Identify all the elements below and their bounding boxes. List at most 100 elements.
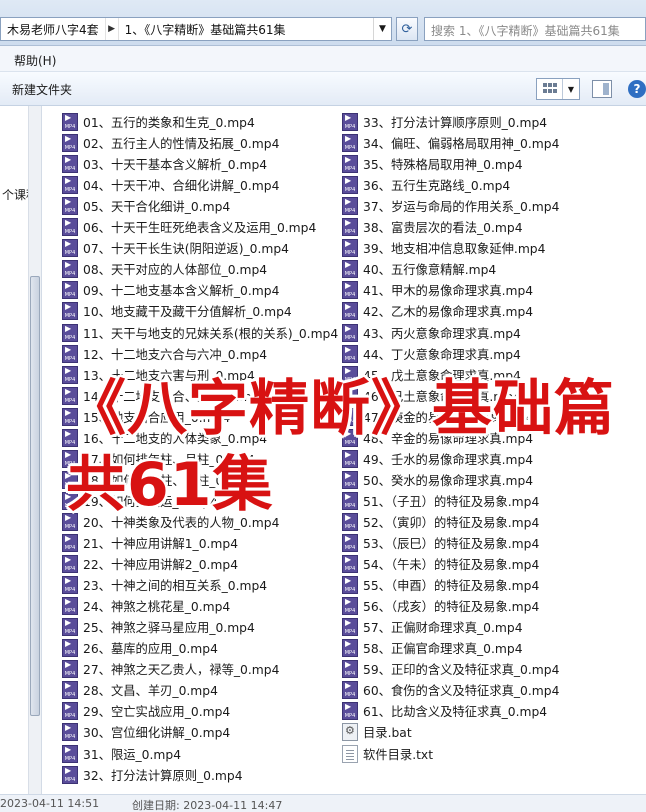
status-created: 创建日期: 2023-04-11 14:47 [132,799,283,812]
file-name: 10、地支藏干及藏干分值解析_0.mp4 [83,305,292,320]
file-item[interactable]: 23、十神之间的相互关系_0.mp4 [62,575,267,595]
breadcrumb-root[interactable]: 木易老师八字4套 [1,18,105,40]
file-name: 57、正偏财命理求真_0.mp4 [363,621,523,636]
file-item[interactable]: 55、（申酉）的特征及易象.mp4 [342,575,539,595]
preview-pane-icon[interactable] [592,80,612,98]
mp4-file-icon [62,113,78,131]
file-name: 31、限运_0.mp4 [83,747,182,762]
file-name: 06、十天干生旺死绝表含义及运用_0.mp4 [83,221,317,236]
file-item[interactable]: 30、宫位细化讲解_0.mp4 [62,722,230,742]
file-name: 07、十天干长生诀(阴阳逆返)_0.mp4 [83,242,289,257]
file-item[interactable]: 40、五行像意精解.mp4 [342,259,496,279]
file-name: 24、神煞之桃花星_0.mp4 [83,600,231,615]
file-name: 09、十二地支基本含义解析_0.mp4 [83,284,280,299]
chevron-right-icon[interactable]: ▶ [104,18,119,40]
mp4-file-icon [62,639,78,658]
file-item[interactable]: 57、正偏财命理求真_0.mp4 [342,617,523,637]
file-item[interactable]: 56、（戌亥）的特征及易象.mp4 [342,596,539,616]
change-view-button[interactable]: ▼ [536,78,580,100]
file-item[interactable]: 37、岁运与命局的作用关系_0.mp4 [342,196,559,216]
file-item[interactable]: 58、正偏官命理求真_0.mp4 [342,638,523,658]
file-item[interactable]: 54、（午未）的特征及易象.mp4 [342,554,539,574]
toolbar: 新建文件夹 ▼ ? [0,72,646,106]
file-item[interactable]: 26、墓库的应用_0.mp4 [62,638,218,658]
file-item[interactable]: 32、打分法计算原则_0.mp4 [62,765,243,785]
mp4-file-icon [342,555,358,574]
file-item[interactable]: 50、癸水的易像命理求真.mp4 [342,470,533,490]
file-name: 28、文昌、羊刃_0.mp4 [83,684,218,699]
file-item[interactable]: 60、食伤的含义及特征求真_0.mp4 [342,680,559,700]
mp4-file-icon [342,491,358,510]
mp4-file-icon [342,302,358,321]
file-item[interactable]: 22、十神应用讲解2_0.mp4 [62,554,238,574]
search-input[interactable]: 搜索 1、《八字精断》基础篇共61集 [424,17,646,41]
mp4-file-icon [62,302,78,321]
file-item[interactable]: 21、十神应用讲解1_0.mp4 [62,533,238,553]
file-name: 38、富贵层次的看法_0.mp4 [363,221,523,236]
menu-help[interactable]: 帮助(H) [14,52,56,69]
file-item[interactable]: 04、十天干冲、合细化讲解_0.mp4 [62,175,279,195]
file-name: 49、壬水的易像命理求真.mp4 [363,452,534,467]
file-item[interactable]: 02、五行主人的性情及拓展_0.mp4 [62,133,279,153]
scrollbar-thumb[interactable] [30,276,40,716]
file-item[interactable]: 42、乙木的易像命理求真.mp4 [342,301,533,321]
file-item[interactable]: 41、甲木的易像命理求真.mp4 [342,280,533,300]
file-item[interactable]: 29、空亡实战应用_0.mp4 [62,701,230,721]
file-item[interactable]: 52、（寅卯）的特征及易象.mp4 [342,512,539,532]
address-bar[interactable]: 木易老师八字4套 ▶ 1、《八字精断》基础篇共61集 ▼ [0,17,392,41]
mp4-file-icon [62,323,78,342]
file-item[interactable]: 35、特殊格局取用神_0.mp4 [342,154,523,174]
help-icon[interactable]: ? [628,80,646,98]
file-item[interactable]: 目录.bat [342,722,412,742]
file-item[interactable]: 24、神煞之桃花星_0.mp4 [62,596,230,616]
file-item[interactable]: 49、壬水的易像命理求真.mp4 [342,449,533,469]
file-item[interactable]: 10、地支藏干及藏干分值解析_0.mp4 [62,301,292,321]
mp4-file-icon [62,155,78,174]
file-name: 08、天干对应的人体部位_0.mp4 [83,263,268,278]
file-item[interactable]: 09、十二地支基本含义解析_0.mp4 [62,280,279,300]
file-item[interactable]: 34、偏旺、偏弱格局取用神_0.mp4 [342,133,559,153]
file-item[interactable]: 43、丙火意象命理求真.mp4 [342,323,521,343]
mp4-file-icon [62,681,78,700]
file-name: 61、比劫含义及特征求真_0.mp4 [363,705,548,720]
file-name: 60、食伤的含义及特征求真_0.mp4 [363,684,560,699]
file-name: 35、特殊格局取用神_0.mp4 [363,158,523,173]
file-name: 52、（寅卯）的特征及易象.mp4 [363,515,540,530]
file-item[interactable]: 36、五行生克路线_0.mp4 [342,175,510,195]
file-item[interactable]: 软件目录.txt [342,744,433,764]
mp4-file-icon [342,323,358,342]
file-item[interactable]: 27、神煞之天乙贵人，禄等_0.mp4 [62,659,279,679]
chevron-down-icon[interactable]: ▼ [373,18,391,40]
mp4-file-icon [342,470,358,489]
file-item[interactable]: 06、十天干生旺死绝表含义及运用_0.mp4 [62,217,316,237]
chevron-down-icon[interactable]: ▼ [563,79,579,99]
file-item[interactable]: 07、十天干长生诀(阴阳逆返)_0.mp4 [62,238,289,258]
status-bar: 2023-04-11 14:51 创建日期: 2023-04-11 14:47 [0,794,646,812]
nav-scrollbar[interactable] [28,106,41,794]
mp4-file-icon [342,512,358,531]
file-item[interactable]: 59、正印的含义及特征求真_0.mp4 [342,659,559,679]
file-name: 33、打分法计算顺序原则_0.mp4 [363,116,548,130]
file-name: 27、神煞之天乙贵人，禄等_0.mp4 [83,663,280,678]
navigation-pane: 个课程 [0,106,42,794]
file-item[interactable]: 08、天干对应的人体部位_0.mp4 [62,259,267,279]
file-name: 23、十神之间的相互关系_0.mp4 [83,579,268,594]
mp4-file-icon [62,260,78,279]
breadcrumb-current[interactable]: 1、《八字精断》基础篇共61集 [119,18,292,40]
file-item[interactable]: 31、限运_0.mp4 [62,744,181,764]
file-item[interactable]: 01、五行的类象和生克_0.mp4 [62,112,255,132]
file-item[interactable]: 11、天干与地支的兄妹关系(根的关系)_0.mp4 [62,323,338,343]
file-item[interactable]: 53、（辰巳）的特征及易象.mp4 [342,533,539,553]
file-item[interactable]: 33、打分法计算顺序原则_0.mp4 [342,112,547,132]
refresh-icon[interactable]: ⟳ [396,17,418,41]
file-item[interactable]: 38、富贵层次的看法_0.mp4 [342,217,523,237]
file-item[interactable]: 28、文昌、羊刃_0.mp4 [62,680,218,700]
file-name: 29、空亡实战应用_0.mp4 [83,705,231,720]
file-item[interactable]: 51、（子丑）的特征及易象.mp4 [342,491,539,511]
file-item[interactable]: 03、十天干基本含义解析_0.mp4 [62,154,267,174]
new-folder-button[interactable]: 新建文件夹 [12,81,72,98]
file-item[interactable]: 25、神煞之驿马星应用_0.mp4 [62,617,255,637]
file-item[interactable]: 05、天干合化细讲_0.mp4 [62,196,230,216]
file-item[interactable]: 39、地支相冲信息取象延伸.mp4 [342,238,545,258]
file-item[interactable]: 61、比劫含义及特征求真_0.mp4 [342,701,547,721]
